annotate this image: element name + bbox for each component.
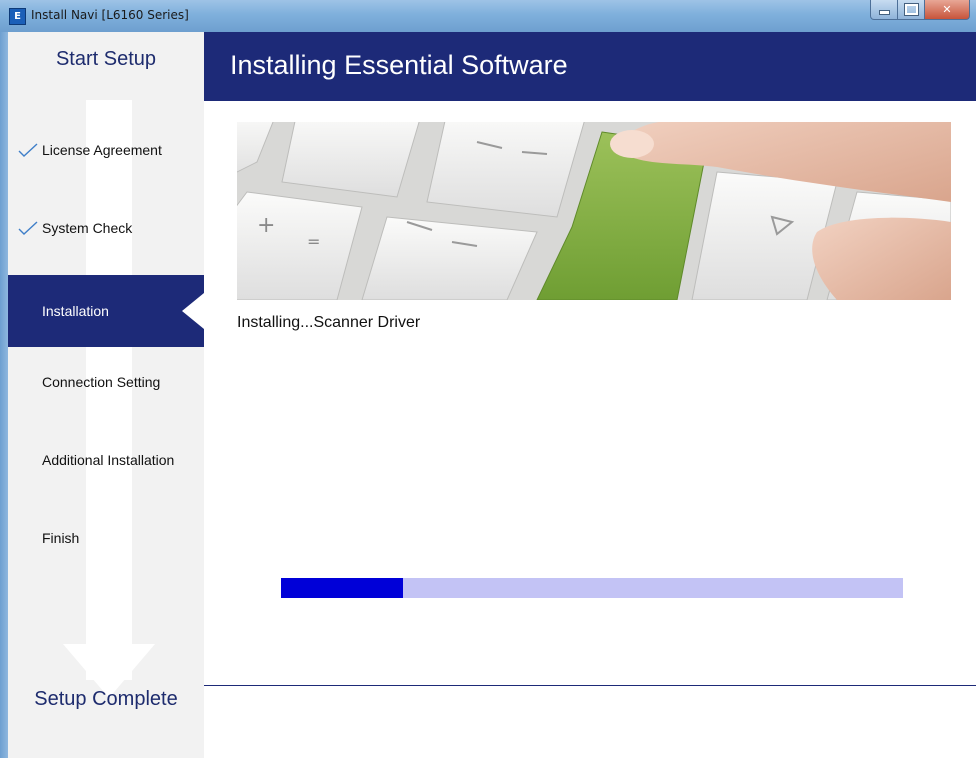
svg-text:+: + xyxy=(257,213,275,238)
minimize-button[interactable] xyxy=(870,0,898,20)
window-controls: ✕ xyxy=(870,0,970,20)
step-label: Additional Installation xyxy=(42,452,175,468)
step-license-agreement: License Agreement xyxy=(8,135,204,165)
window-title: Install Navi [L6160 Series] xyxy=(31,8,189,22)
install-progress-bar xyxy=(281,578,903,598)
step-connection-setting: Connection Setting xyxy=(8,367,204,397)
window-title-bar[interactable]: E Install Navi [L6160 Series] ✕ xyxy=(0,0,976,33)
maximize-icon xyxy=(903,3,919,16)
step-installation: Installation xyxy=(8,275,204,347)
step-label: License Agreement xyxy=(42,142,162,158)
step-finish: Finish xyxy=(8,523,204,553)
step-system-check: System Check xyxy=(8,213,204,243)
maximize-button[interactable] xyxy=(898,0,925,20)
step-label: Connection Setting xyxy=(42,374,161,390)
checkmark-icon xyxy=(18,221,38,235)
active-step-pointer xyxy=(182,293,204,329)
footer-divider xyxy=(204,685,976,686)
start-setup-label: Start Setup xyxy=(55,48,157,70)
step-additional-installation: Additional Installation xyxy=(8,445,204,475)
close-icon: ✕ xyxy=(942,3,952,16)
step-label: Installation xyxy=(42,303,109,319)
page-title: Installing Essential Software xyxy=(230,50,568,80)
close-button[interactable]: ✕ xyxy=(925,0,970,20)
step-label: System Check xyxy=(42,220,133,236)
svg-text:=: = xyxy=(307,232,320,251)
install-status-text: Installing...Scanner Driver xyxy=(237,314,421,331)
step-label: Finish xyxy=(42,530,80,546)
keyboard-banner-image: + = xyxy=(237,122,951,300)
checkmark-icon xyxy=(18,143,38,157)
app-icon: E xyxy=(9,8,26,25)
install-progress-fill xyxy=(281,578,403,598)
window-frame-left xyxy=(0,32,8,758)
minimize-icon xyxy=(878,10,890,15)
page-header: Installing Essential Software xyxy=(204,32,976,101)
progress-sidebar: Start Setup License Agreement System Che… xyxy=(8,32,204,758)
setup-complete-label: Setup Complete xyxy=(34,688,178,710)
